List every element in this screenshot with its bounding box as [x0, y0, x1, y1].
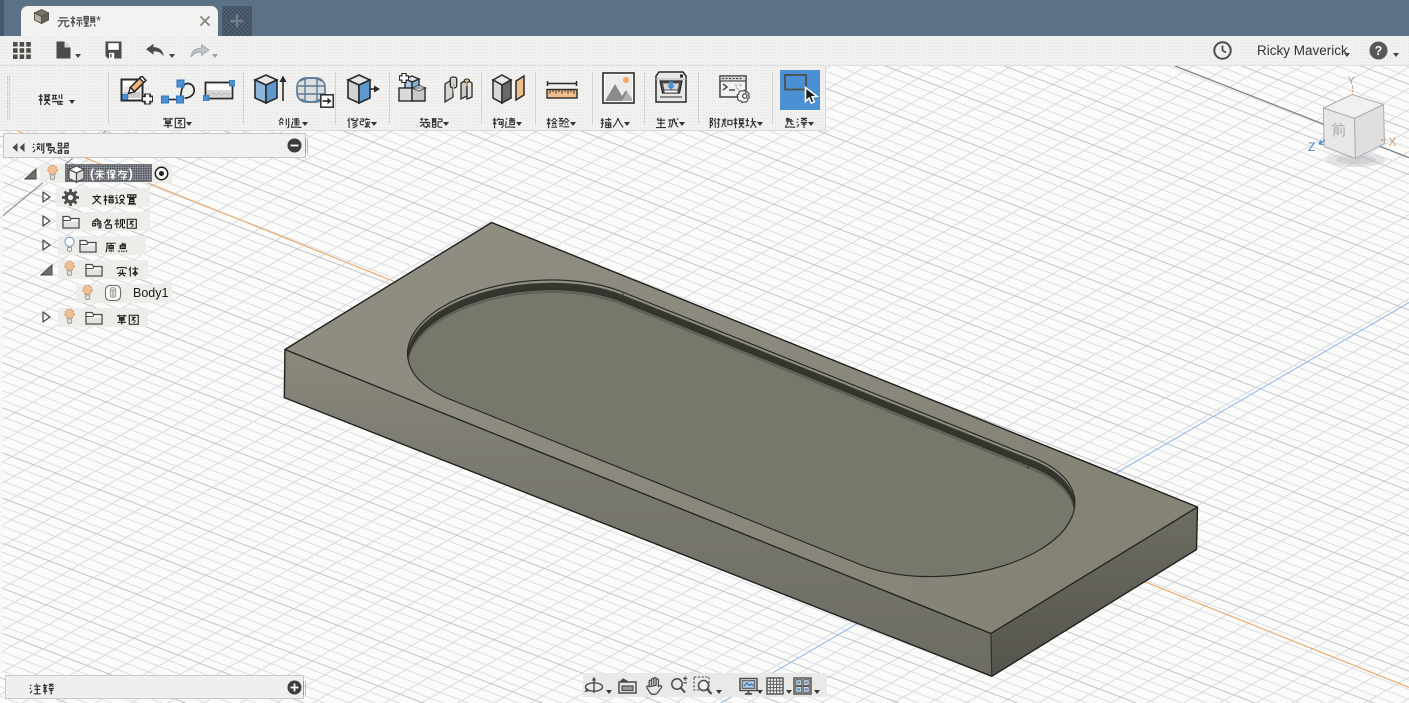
svg-text:Z: Z: [1308, 140, 1315, 154]
svg-text:X: X: [1389, 135, 1397, 149]
svg-text:Y: Y: [1348, 75, 1356, 87]
svg-text:?: ?: [1375, 44, 1383, 58]
